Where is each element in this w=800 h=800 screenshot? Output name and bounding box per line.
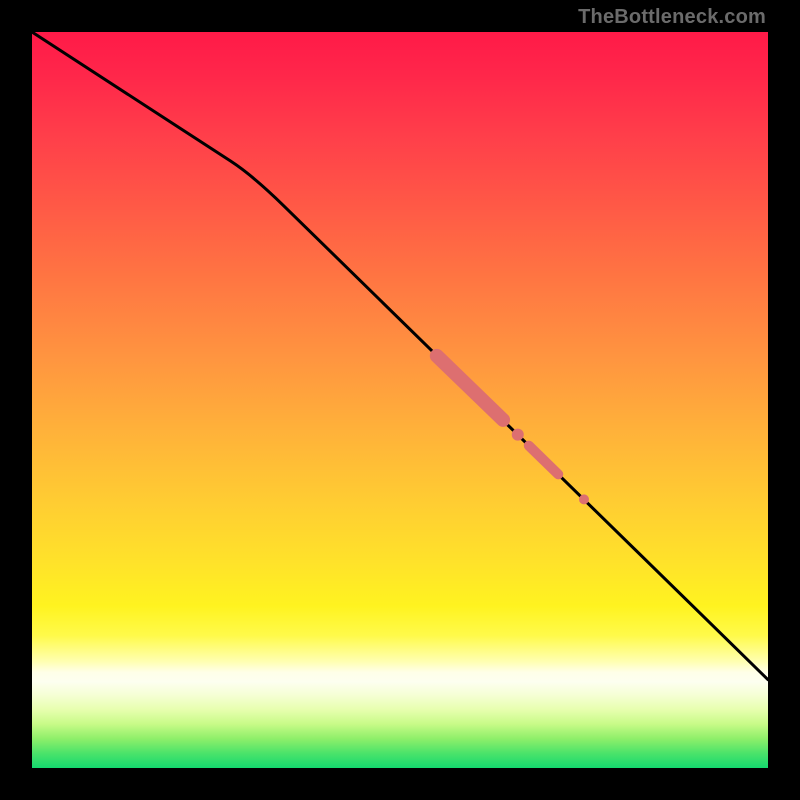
chart-stage: TheBottleneck.com: [0, 0, 800, 800]
curve-line: [32, 32, 768, 680]
highlight-segment-2: [529, 446, 558, 475]
highlight-segment-1: [437, 356, 503, 420]
highlight-dot-1: [512, 429, 524, 441]
chart-overlay: [32, 32, 768, 768]
attribution-label: TheBottleneck.com: [578, 6, 766, 29]
highlight-dot-2: [579, 494, 589, 504]
